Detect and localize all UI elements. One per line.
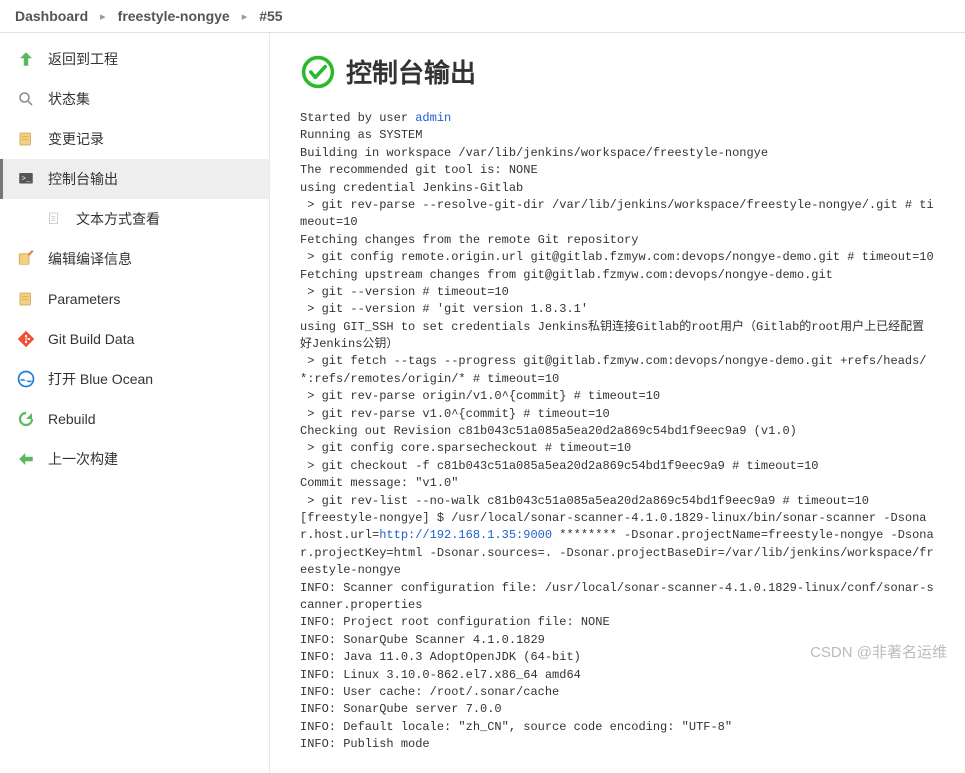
terminal-icon: >_ <box>16 169 36 189</box>
page-title-row: 控制台输出 <box>300 53 935 90</box>
main-layout: 返回到工程 状态集 变更记录 >_ 控制台输出 文本方式查看 <box>0 33 965 773</box>
sidebar-item-blueocean[interactable]: 打开 Blue Ocean <box>0 359 269 399</box>
git-icon <box>16 329 36 349</box>
sidebar-item-label: 打开 Blue Ocean <box>48 369 153 389</box>
page-title: 控制台输出 <box>346 53 476 90</box>
breadcrumb-build[interactable]: #55 <box>259 8 282 24</box>
sidebar-item-plaintext[interactable]: 文本方式查看 <box>0 199 269 239</box>
refresh-icon <box>16 409 36 429</box>
notepad-icon <box>16 289 36 309</box>
sidebar-item-label: 控制台输出 <box>48 169 118 189</box>
svg-text:>_: >_ <box>22 176 32 184</box>
document-icon <box>44 209 64 229</box>
console-output: Started by user admin Running as SYSTEM … <box>300 110 935 753</box>
sidebar-item-label: 返回到工程 <box>48 49 118 69</box>
breadcrumb: Dashboard ▸ freestyle-nongye ▸ #55 <box>0 0 965 33</box>
up-arrow-icon <box>16 49 36 69</box>
main-content: 控制台输出 Started by user admin Running as S… <box>270 33 965 773</box>
sidebar-item-label: Git Build Data <box>48 331 134 347</box>
sidebar-item-parameters[interactable]: Parameters <box>0 279 269 319</box>
blueocean-icon <box>16 369 36 389</box>
sidebar-item-label: Parameters <box>48 291 120 307</box>
sidebar-item-console[interactable]: >_ 控制台输出 <box>0 159 269 199</box>
sidebar-item-label: 状态集 <box>48 89 90 109</box>
console-body-2: ******** -Dsonar.projectName=freestyle-n… <box>300 528 934 751</box>
success-status-icon <box>300 54 336 90</box>
console-user-link[interactable]: admin <box>415 111 451 125</box>
chevron-right-icon: ▸ <box>100 10 106 23</box>
sidebar: 返回到工程 状态集 变更记录 >_ 控制台输出 文本方式查看 <box>0 33 270 773</box>
chevron-right-icon: ▸ <box>242 10 248 23</box>
magnifier-icon <box>16 89 36 109</box>
breadcrumb-project[interactable]: freestyle-nongye <box>118 8 230 24</box>
breadcrumb-dashboard[interactable]: Dashboard <box>15 8 88 24</box>
sidebar-item-status[interactable]: 状态集 <box>0 79 269 119</box>
sidebar-item-label: Rebuild <box>48 411 95 427</box>
sidebar-item-label: 上一次构建 <box>48 449 118 469</box>
sidebar-item-editbuild[interactable]: 编辑编译信息 <box>0 239 269 279</box>
console-sonar-url-link[interactable]: http://192.168.1.35:9000 <box>379 528 552 542</box>
sidebar-item-changes[interactable]: 变更记录 <box>0 119 269 159</box>
left-arrow-icon <box>16 449 36 469</box>
console-body-1: Running as SYSTEM Building in workspace … <box>300 128 934 542</box>
sidebar-item-label: 编辑编译信息 <box>48 249 132 269</box>
notepad-pencil-icon <box>16 249 36 269</box>
sidebar-item-gitdata[interactable]: Git Build Data <box>0 319 269 359</box>
sidebar-item-prevbuild[interactable]: 上一次构建 <box>0 439 269 479</box>
sidebar-item-label: 变更记录 <box>48 129 104 149</box>
notepad-icon <box>16 129 36 149</box>
sidebar-item-back[interactable]: 返回到工程 <box>0 39 269 79</box>
sidebar-item-rebuild[interactable]: Rebuild <box>0 399 269 439</box>
sidebar-item-label: 文本方式查看 <box>76 209 160 229</box>
console-text-prefix: Started by user <box>300 111 415 125</box>
